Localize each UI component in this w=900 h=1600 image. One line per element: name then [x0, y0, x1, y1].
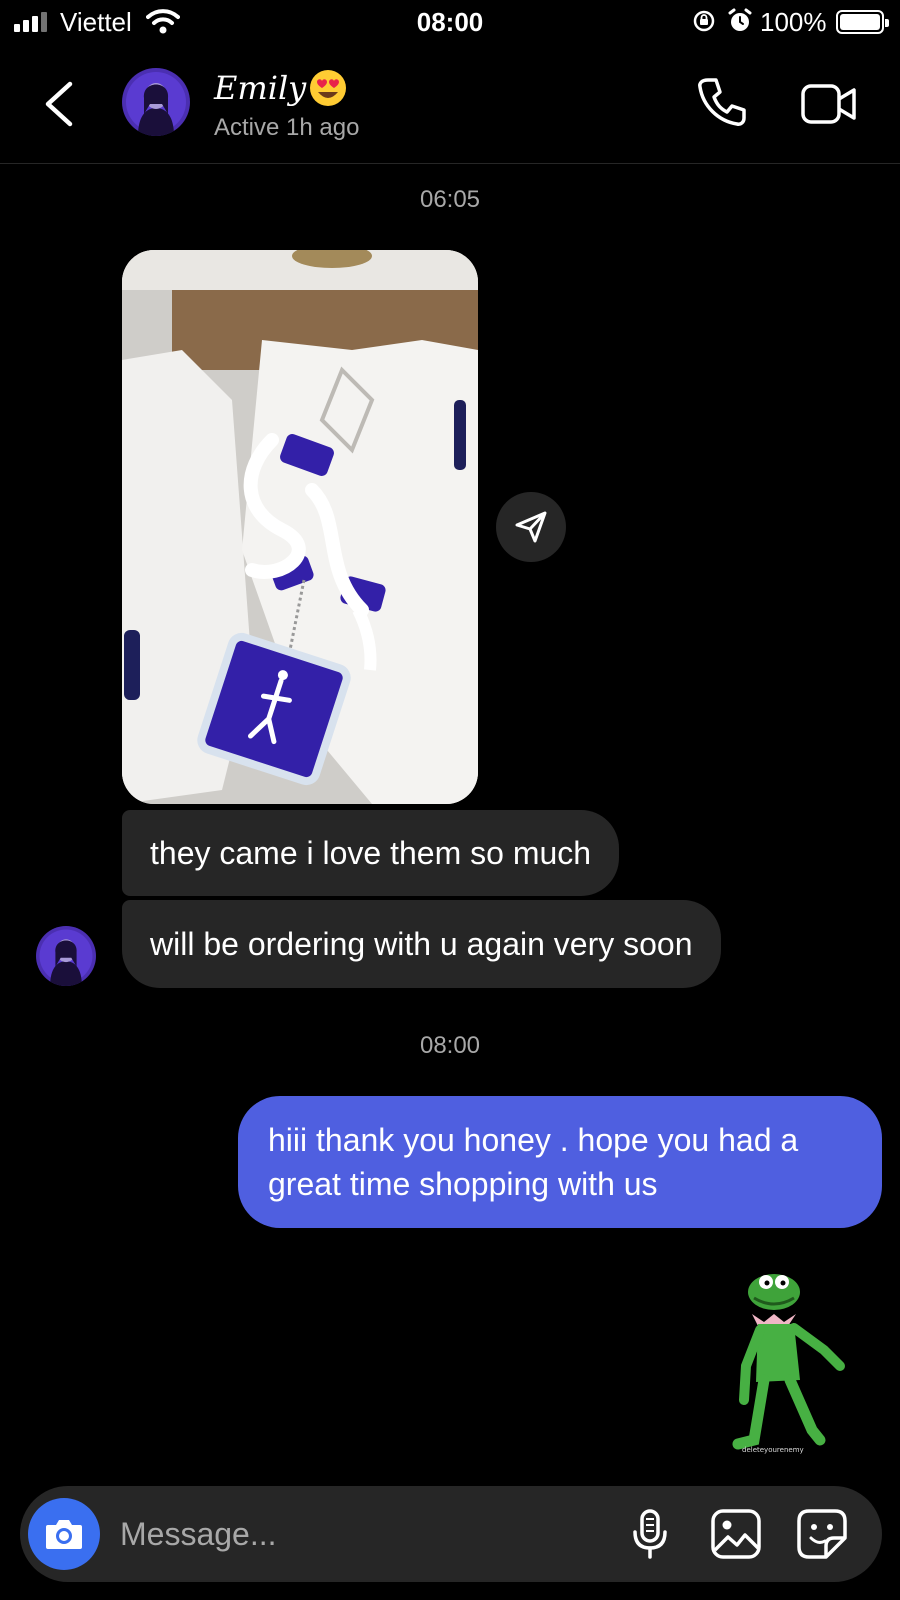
video-icon[interactable] — [800, 80, 858, 128]
battery-percent: 100% — [760, 7, 827, 37]
phone-icon[interactable] — [696, 76, 748, 128]
contact-status: Active 1h ago — [214, 114, 360, 141]
microphone-icon — [633, 1509, 667, 1559]
message-input[interactable] — [120, 1512, 600, 1556]
contact-name: Emily — [214, 69, 307, 107]
alarm-icon — [728, 8, 752, 31]
heart-eyes-emoji — [310, 70, 347, 106]
status-bar: Viettel 08:00 100% — [0, 0, 900, 46]
camera-icon — [46, 1520, 82, 1549]
microphone-button[interactable] — [622, 1506, 678, 1562]
camera-button[interactable] — [28, 1498, 100, 1570]
message-composer — [20, 1486, 882, 1582]
chat-header: Emily Active 1h ago — [0, 46, 900, 164]
send-icon — [515, 511, 547, 543]
sticker-icon — [797, 1509, 847, 1559]
incoming-message[interactable]: will be ordering with u again very soon — [122, 900, 721, 988]
sticker-button[interactable] — [794, 1506, 850, 1562]
shoe-photo[interactable] — [122, 250, 478, 804]
contact-name-row[interactable]: Emily — [214, 68, 348, 108]
incoming-message[interactable]: they came i love them so much — [122, 810, 620, 896]
kermit-sticker[interactable]: deleteyourenemy — [728, 1270, 864, 1454]
timestamp: 06:05 — [419, 186, 481, 213]
rotation-lock-icon — [693, 10, 715, 32]
back-icon[interactable] — [36, 76, 86, 132]
battery-icon — [836, 10, 889, 34]
share-button[interactable] — [496, 492, 566, 562]
gallery-icon — [711, 1509, 761, 1559]
timestamp: 08:00 — [419, 1032, 481, 1059]
sticker-caption: deleteyourenemy — [742, 1446, 804, 1454]
outgoing-message[interactable]: hiii thank you honey . hope you had a gr… — [238, 1096, 882, 1228]
contact-avatar[interactable] — [122, 68, 190, 136]
sender-avatar[interactable] — [36, 926, 96, 986]
gallery-button[interactable] — [708, 1506, 764, 1562]
